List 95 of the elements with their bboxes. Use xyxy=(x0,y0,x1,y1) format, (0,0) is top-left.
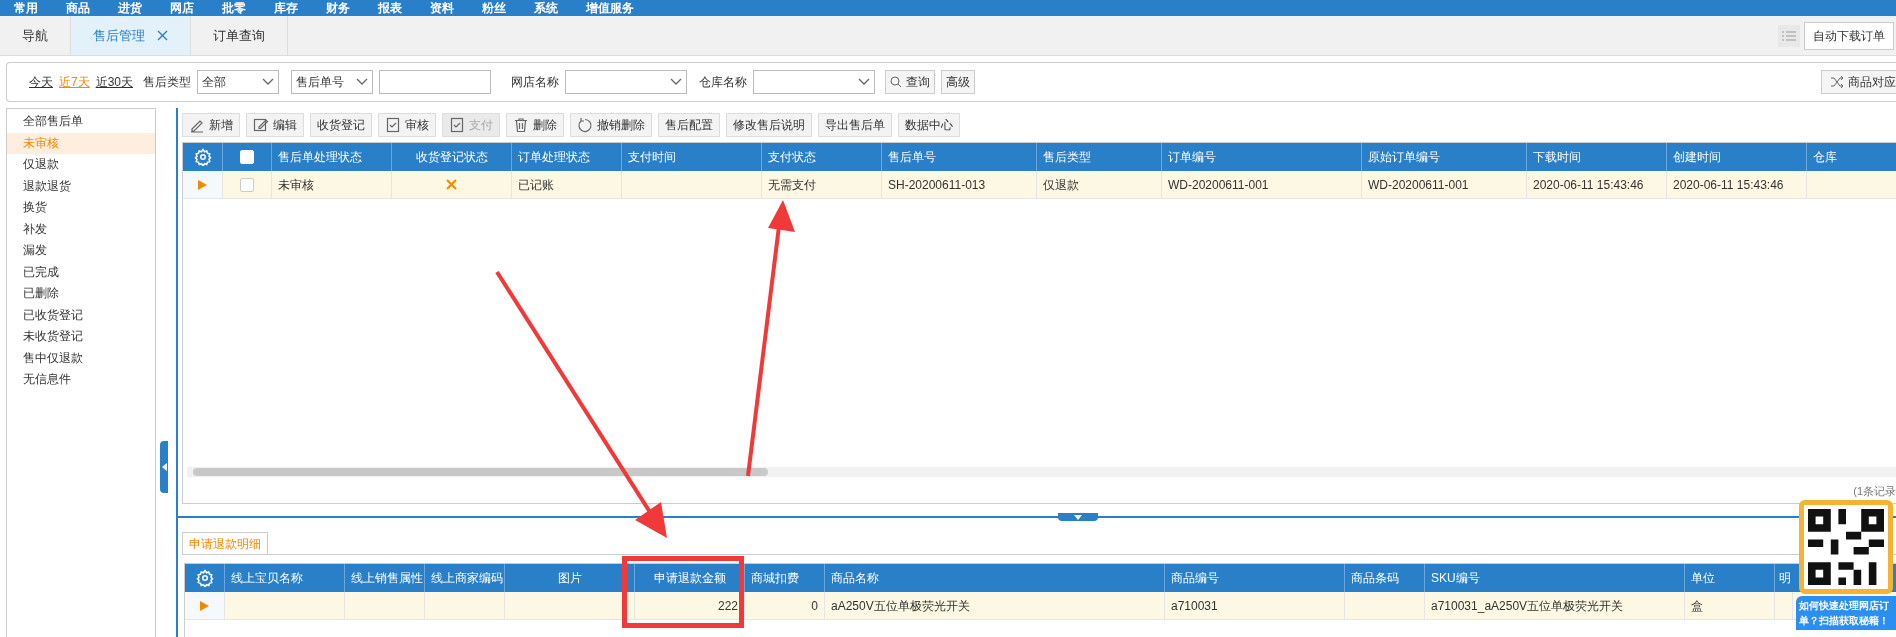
table-cell-text: 已记账 xyxy=(518,176,554,194)
query-button[interactable]: 查询 xyxy=(885,70,936,94)
table-cell-text: 2020-06-11 15:43:46 xyxy=(1673,176,1784,194)
chevron-down-icon xyxy=(858,78,871,86)
toolbar-button[interactable]: 数据中心 xyxy=(898,113,960,137)
filter-label: 售后类型 xyxy=(143,74,192,91)
promo-text: 如何快速处理网店订 xyxy=(1799,599,1890,613)
sidebar-item[interactable]: 换货 xyxy=(7,197,155,219)
date-range-link[interactable]: 今天 xyxy=(29,73,53,91)
menu-item[interactable]: 增值服务 xyxy=(586,1,634,15)
advanced-button[interactable]: 高级 xyxy=(941,70,976,94)
sidebar-item[interactable]: 未收货登记 xyxy=(7,326,155,348)
product-map-button[interactable]: 商品对应 xyxy=(1821,70,1896,94)
row-pointer-icon xyxy=(198,179,207,190)
sidebar-item[interactable]: 已删除 xyxy=(7,283,155,305)
table-cell-text: WD-20200611-001 xyxy=(1368,176,1469,194)
table-cell-text: a710031_aA250V五位单极荧光开关 xyxy=(1431,597,1624,615)
menu-item[interactable]: 系统 xyxy=(534,1,558,15)
settings-icon[interactable] xyxy=(193,148,212,166)
sidebar-item[interactable]: 无信息件 xyxy=(7,369,155,391)
filter-label: 仓库名称 xyxy=(699,74,748,91)
splitter-toggle[interactable] xyxy=(1058,513,1098,521)
detail-tab[interactable]: 申请退款明细 xyxy=(182,532,268,554)
sidebar-item[interactable]: 退款退货 xyxy=(7,175,155,197)
document-check-icon xyxy=(385,117,401,133)
table-cell-text: 222 xyxy=(717,597,738,615)
menu-item[interactable]: 进货 xyxy=(118,1,142,15)
column-header[interactable]: 明 xyxy=(1775,564,1793,592)
toolbar-button[interactable]: 审核 xyxy=(378,113,436,137)
toolbar-button[interactable]: 编辑 xyxy=(246,113,304,137)
toolbar-button[interactable]: 修改售后说明 xyxy=(726,113,812,137)
collapse-handle[interactable] xyxy=(160,441,168,493)
table-cell-text: aA250V五位单极荧光开关 xyxy=(831,597,970,615)
chevron-down-icon xyxy=(356,78,369,86)
row-checkbox[interactable] xyxy=(240,177,254,192)
undo-icon xyxy=(577,117,593,133)
search-icon xyxy=(890,76,903,88)
edit-icon xyxy=(253,117,269,133)
table-row[interactable]: 未审核 已记账 无需支付 SH-20200611-013 仅退款 WD-20200611-001 WD-20200611-001 2020-06-11 15:43:46 2020-06-11 15:43:46 xyxy=(183,171,1896,199)
sidebar-item[interactable]: 仅退款 xyxy=(7,154,155,176)
list-icon[interactable] xyxy=(1778,24,1800,47)
table-cell-text: 2020-06-11 15:43:46 xyxy=(1533,176,1644,194)
caret-down-icon xyxy=(1074,514,1082,520)
toolbar-button[interactable]: 收货登记 xyxy=(310,113,372,137)
table-cell-text: a710031 xyxy=(1171,597,1218,615)
caret-left-icon xyxy=(161,463,167,471)
tab[interactable]: 售后管理 xyxy=(71,16,191,55)
menu-item[interactable]: 资料 xyxy=(430,1,454,15)
settings-icon[interactable] xyxy=(195,569,214,587)
sidebar-item[interactable]: 售中仅退款 xyxy=(7,347,155,369)
horizontal-scrollbar[interactable] xyxy=(187,467,1896,477)
shuffle-icon xyxy=(1830,76,1844,88)
date-range-link[interactable]: 近7天 xyxy=(59,73,90,91)
chevron-down-icon xyxy=(262,78,275,86)
menu-item[interactable]: 财务 xyxy=(326,1,350,15)
table-cell-text: 盒 xyxy=(1691,597,1703,615)
filter-label: 网店名称 xyxy=(511,74,560,91)
sidebar-item[interactable]: 未审核 xyxy=(7,132,155,154)
table-cell-text: 仅退款 xyxy=(1043,176,1079,194)
shop-select[interactable] xyxy=(565,70,688,94)
menu-item[interactable]: 网店 xyxy=(170,1,194,15)
sidebar-item[interactable]: 已完成 xyxy=(7,261,155,283)
trash-icon xyxy=(513,117,529,133)
toolbar-button[interactable]: 撤销删除 xyxy=(570,113,652,137)
close-icon[interactable] xyxy=(157,30,168,41)
sidebar-item[interactable]: 漏发 xyxy=(7,240,155,262)
record-count: (1条记录 xyxy=(1853,483,1896,499)
field-select[interactable]: 售后单号 xyxy=(291,70,374,94)
auto-download-button[interactable]: 自动下载订单 xyxy=(1804,21,1894,50)
select-all-checkbox[interactable] xyxy=(240,150,254,164)
menu-item[interactable]: 库存 xyxy=(274,1,298,15)
toolbar-button[interactable]: 删除 xyxy=(506,113,564,137)
menu-item[interactable]: 常用 xyxy=(14,1,38,15)
table-cell-text: 无需支付 xyxy=(768,176,816,194)
table-cell-text: WD-20200611-001 xyxy=(1168,176,1269,194)
warehouse-select[interactable] xyxy=(753,70,876,94)
sidebar-item[interactable]: 全部售后单 xyxy=(7,111,155,133)
table-cell-text: 0 xyxy=(811,597,818,615)
menu-item[interactable]: 商品 xyxy=(66,1,90,15)
table-cell-text: SH-20200611-013 xyxy=(888,176,986,194)
chevron-down-icon xyxy=(670,78,683,86)
toolbar-button[interactable]: 售后配置 xyxy=(658,113,720,137)
sidebar-item[interactable]: 已收货登记 xyxy=(7,304,155,326)
menu-item[interactable]: 报表 xyxy=(378,1,402,15)
toolbar-button[interactable]: 导出售后单 xyxy=(818,113,892,137)
menu-item[interactable]: 粉丝 xyxy=(482,1,506,15)
row-pointer-icon xyxy=(200,600,209,611)
search-field[interactable] xyxy=(379,70,492,94)
date-range-link[interactable]: 近30天 xyxy=(95,73,134,91)
document-check-icon xyxy=(449,117,465,133)
toolbar-button[interactable]: 新增 xyxy=(182,113,240,137)
sidebar-item[interactable]: 补发 xyxy=(7,218,155,240)
type-select[interactable]: 全部 xyxy=(197,70,280,94)
table-cell-text: 未审核 xyxy=(278,176,314,194)
menu-item[interactable]: 批零 xyxy=(222,1,246,15)
